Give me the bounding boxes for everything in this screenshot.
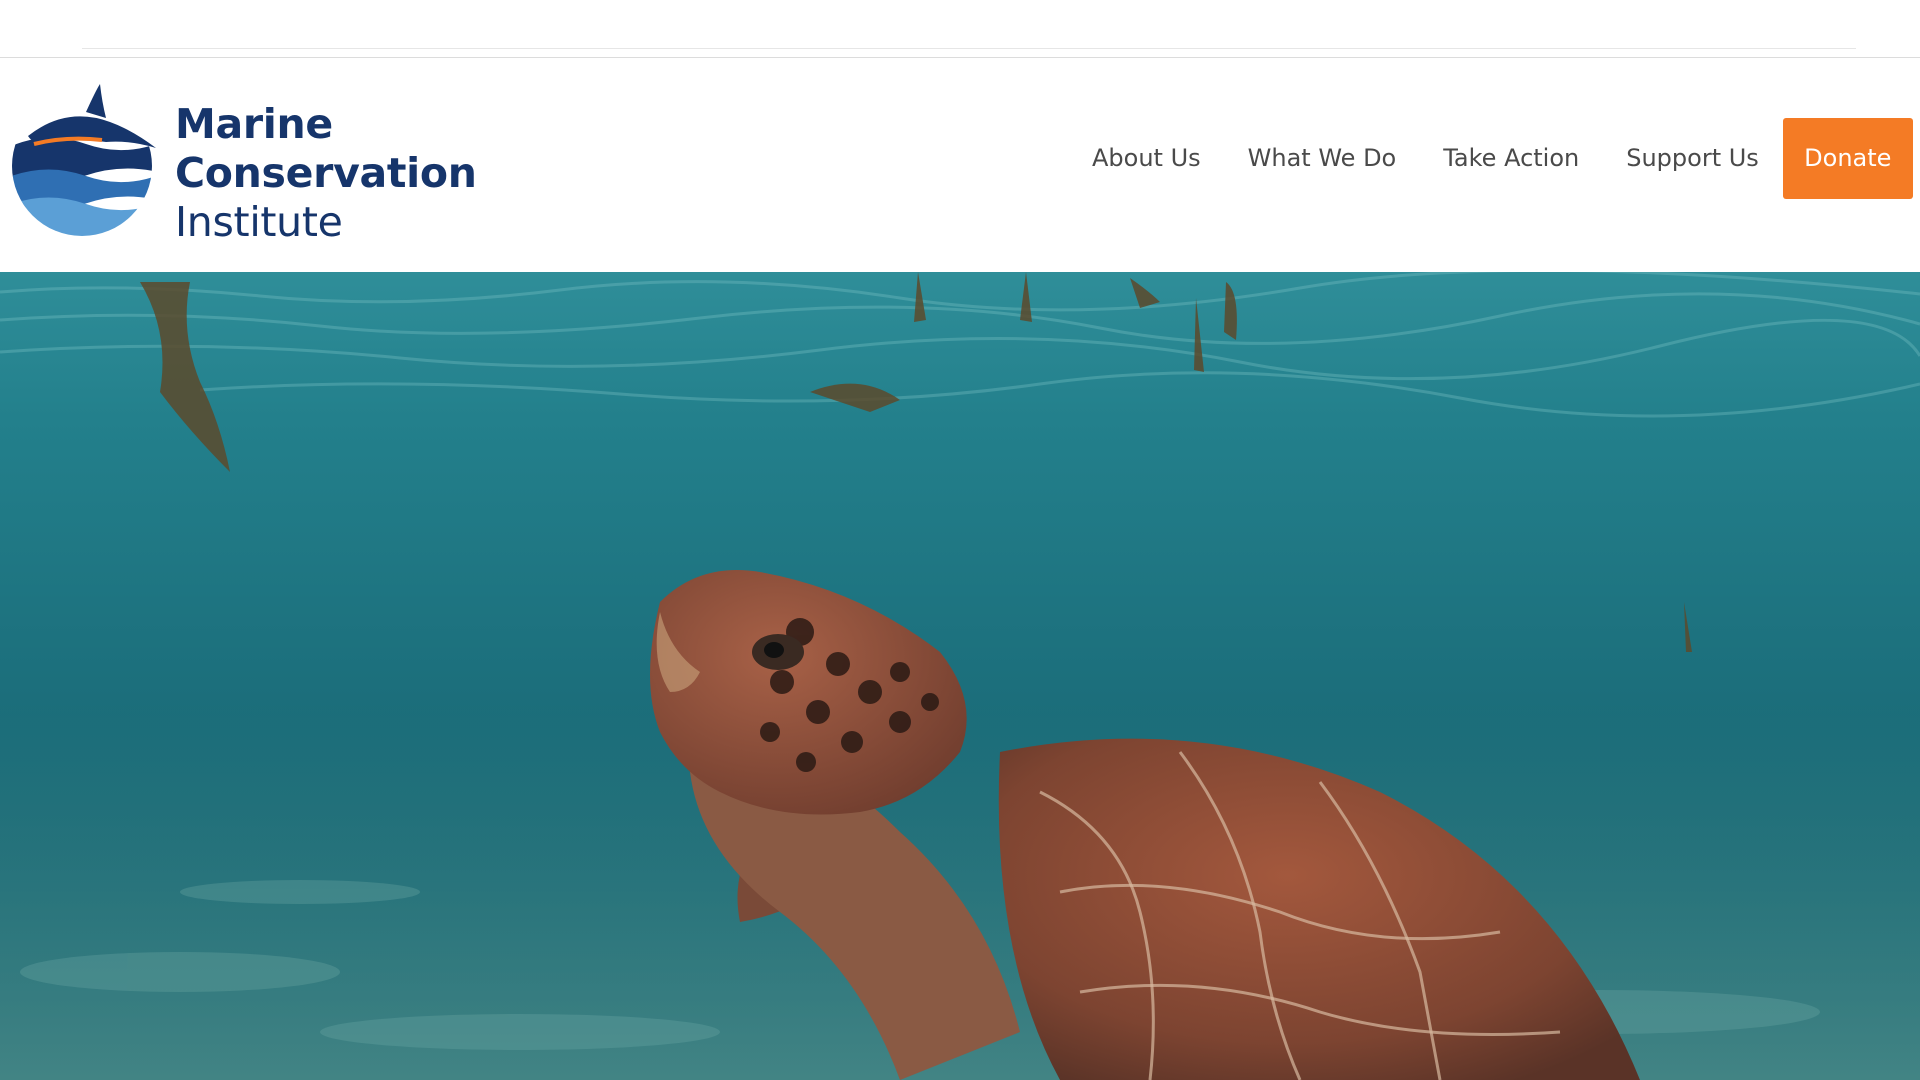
sea-turtle-hero-illustration bbox=[0, 272, 1920, 1080]
donate-button[interactable]: Donate bbox=[1782, 117, 1913, 199]
nav-support-us[interactable]: Support Us bbox=[1626, 144, 1759, 172]
hero-image bbox=[0, 272, 1920, 1080]
logo-wordmark: Marine Conservation Institute bbox=[175, 100, 477, 247]
dolphin-wave-logo-icon bbox=[12, 84, 156, 236]
top-utility-bar bbox=[0, 0, 1920, 58]
logo-text-line3: Institute bbox=[175, 198, 343, 246]
nav-take-action[interactable]: Take Action bbox=[1443, 144, 1579, 172]
top-divider bbox=[82, 48, 1856, 49]
nav-about-us[interactable]: About Us bbox=[1092, 144, 1201, 172]
main-navigation: About Us What We Do Take Action Support … bbox=[1092, 117, 1913, 199]
site-header: Marine Conservation Institute About Us W… bbox=[0, 58, 1920, 272]
logo-text-line1: Marine bbox=[175, 100, 333, 148]
logo-text-line2: Conservation bbox=[175, 149, 477, 197]
nav-what-we-do[interactable]: What We Do bbox=[1248, 144, 1397, 172]
site-logo-link[interactable]: Marine Conservation Institute bbox=[6, 78, 477, 246]
